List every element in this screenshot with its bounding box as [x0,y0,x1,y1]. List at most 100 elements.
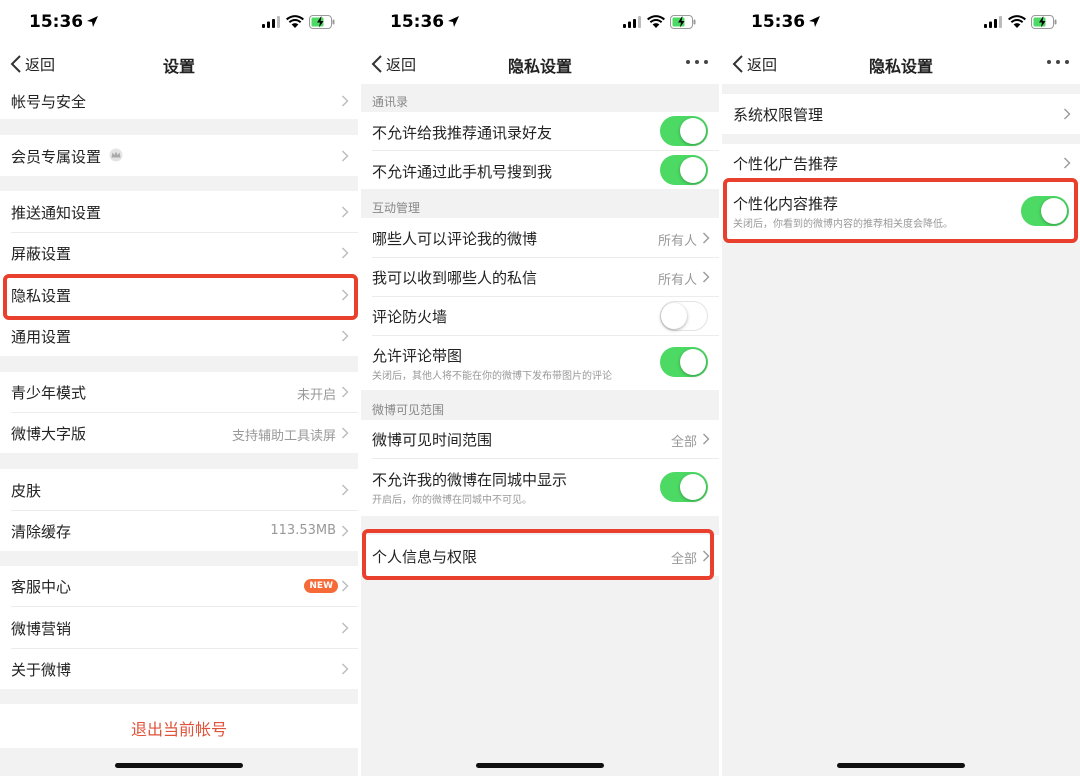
setting-no-local: 不允许我的微博在同城中显示 开启后，你的微博在同城中不可见。 [361,459,719,516]
row-value: 全部 [670,435,697,450]
chevron-right-icon [342,206,349,218]
highlight-box [723,178,1078,243]
nav-bar: 返回 隐私设置 [361,44,719,84]
chevron-right-icon [342,330,349,342]
cache-size: 113.53MB [270,523,336,538]
privacy-settings-panel: 15:36 返回 隐私设置 通讯录 不允许给我推荐通讯录好友 不允许通过此手机号… [361,0,719,776]
setting-visible-time-range[interactable]: 微博可见时间范围 全部 [361,420,719,458]
toggle-knob [661,302,687,329]
nav-bar: 返回 隐私设置 [722,44,1080,84]
wifi-icon [1008,15,1026,28]
page-title: 隐私设置 [507,57,572,76]
toggle-knob [680,349,706,375]
settings-item-about[interactable]: 关于微博 [0,649,358,689]
status-time: 15:36 [390,12,445,32]
row-value: 所有人 [657,273,697,288]
settings-item-clear-cache[interactable]: 清除缓存 113.53MB [0,511,358,551]
row-label: 不允许我的微博在同城中显示 [372,471,568,489]
settings-item-general[interactable]: 通用设置 [0,317,358,356]
chevron-right-icon [703,433,710,445]
row-description: 关闭后，其他人将不能在你的微博下发布带图片的评论 [372,371,612,382]
settings-item-skin[interactable]: 皮肤 [0,469,358,510]
setting-system-permission[interactable]: 系统权限管理 [722,94,1080,134]
chevron-right-icon [703,271,710,283]
crown-icon [109,148,123,162]
location-arrow-icon [87,16,98,27]
status-bar: 15:36 [722,0,1080,44]
more-icon[interactable] [685,58,709,66]
signal-icon [262,16,280,28]
row-label: 个性化广告推荐 [733,155,839,173]
toggle-knob [680,474,706,500]
toggle-knob [680,118,706,144]
status-time: 15:36 [751,12,806,32]
chevron-right-icon [342,95,349,107]
chevron-right-icon [342,580,349,592]
chevron-right-icon [342,622,349,634]
setting-no-phone-search: 不允许通过此手机号搜到我 [361,151,719,189]
setting-who-can-comment[interactable]: 哪些人可以评论我的微博 所有人 [361,218,719,257]
settings-item-account[interactable]: 帐号与安全 [0,84,358,119]
system-permission-group: 系统权限管理 [722,94,1080,134]
battery-charging-icon [309,15,335,29]
settings-item-teen-mode[interactable]: 青少年模式 未开启 [0,372,358,412]
setting-comment-images: 允许评论带图 关闭后，其他人将不能在你的微博下发布带图片的评论 [361,336,719,390]
chevron-right-icon [342,150,349,162]
settings-item-push[interactable]: 推送通知设置 [0,191,358,232]
logout-group: 退出当前帐号 [0,704,358,748]
row-label: 允许评论带图 [372,347,463,365]
toggle-knob [680,157,706,183]
chevron-right-icon [703,232,710,244]
settings-item-big-font[interactable]: 微博大字版 支持辅助工具读屏 [0,413,358,453]
toggle-no-recommend-contacts[interactable] [660,116,708,146]
home-indicator [476,763,604,768]
setting-comment-firewall: 评论防火墙 [361,297,719,335]
row-label: 哪些人可以评论我的微博 [372,230,538,248]
more-icon[interactable] [1046,58,1070,66]
row-label: 我可以收到哪些人的私信 [372,269,538,287]
row-value: 所有人 [657,234,697,249]
settings-item-marketing[interactable]: 微博营销 [0,607,358,648]
row-value: 支持辅助工具读屏 [231,429,336,444]
row-label: 通用设置 [11,328,72,346]
vip-group: 会员专属设置 [0,135,358,176]
wifi-icon [647,15,665,28]
section-header-interaction: 互动管理 [372,201,421,215]
row-label: 评论防火墙 [372,308,448,326]
home-indicator [115,763,243,768]
settings-item-block[interactable]: 屏蔽设置 [0,233,358,274]
row-label: 微博营销 [11,620,72,638]
toggle-comment-images[interactable] [660,347,708,377]
section-header-contacts: 通讯录 [372,95,409,109]
row-value: 未开启 [296,388,336,403]
row-label: 客服中心 [11,578,72,596]
settings-item-vip[interactable]: 会员专属设置 [0,135,358,176]
page-title: 设置 [162,57,195,76]
signal-icon [623,16,641,28]
nav-bar: 返回 设置 [0,44,358,84]
toggle-no-phone-search[interactable] [660,155,708,185]
setting-personalized-ads[interactable]: 个性化广告推荐 [722,144,1080,182]
visibility-group: 微博可见时间范围 全部 不允许我的微博在同城中显示 开启后，你的微博在同城中不可… [361,420,719,516]
chevron-right-icon [1064,108,1071,120]
battery-charging-icon [1031,15,1057,29]
row-label: 系统权限管理 [733,106,824,124]
toggle-comment-firewall[interactable] [660,301,708,331]
chevron-right-icon [342,427,349,439]
settings-item-service-center[interactable]: 客服中心 NEW [0,566,358,606]
status-time: 15:36 [29,12,84,32]
logout-button[interactable]: 退出当前帐号 [0,716,358,740]
row-label: 微博可见时间范围 [372,431,493,449]
row-label: 关于微博 [11,661,72,679]
location-arrow-icon [809,16,820,27]
storage-group: 皮肤 清除缓存 113.53MB [0,469,358,551]
chevron-right-icon [342,525,349,537]
mode-group: 青少年模式 未开启 微博大字版 支持辅助工具读屏 [0,372,358,453]
setting-who-can-message[interactable]: 我可以收到哪些人的私信 所有人 [361,258,719,296]
row-label: 推送通知设置 [11,204,102,222]
status-bar: 15:36 [0,0,358,44]
interaction-group: 哪些人可以评论我的微博 所有人 我可以收到哪些人的私信 所有人 评论防火墙 允许… [361,218,719,390]
signal-icon [984,16,1002,28]
toggle-no-local[interactable] [660,472,708,502]
wifi-icon [286,15,304,28]
